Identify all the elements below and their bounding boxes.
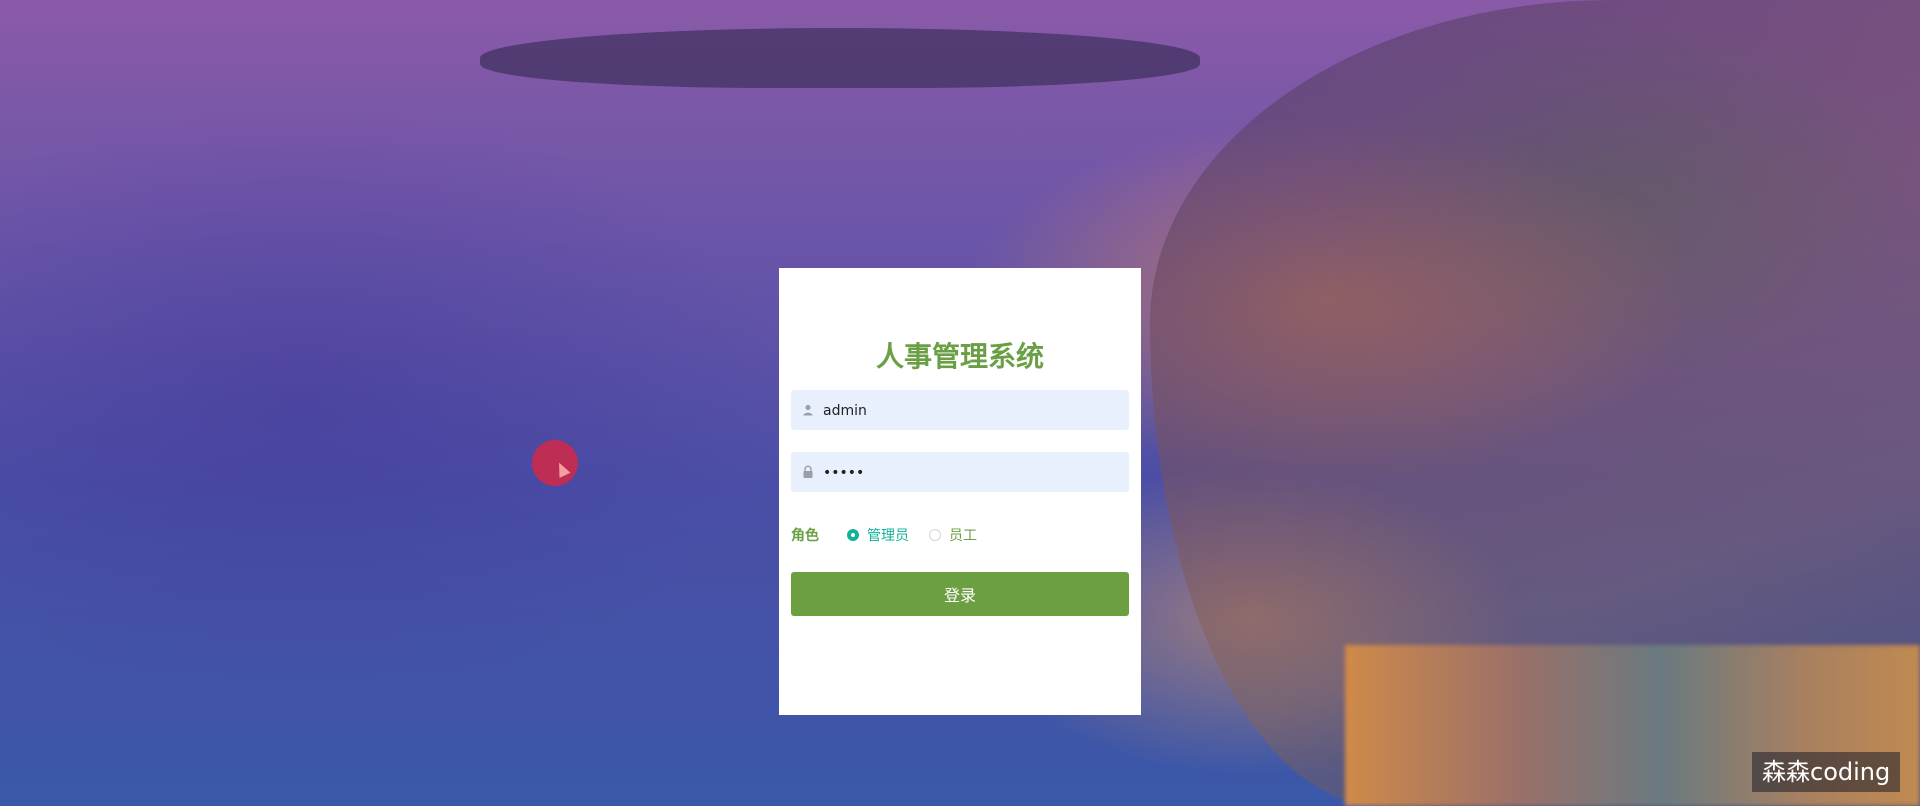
radio-checked-icon[interactable] xyxy=(847,529,859,541)
cursor-highlight xyxy=(532,440,578,486)
lock-icon xyxy=(803,465,813,478)
role-option-admin[interactable]: 管理员 xyxy=(847,525,909,545)
role-selector: 角色 管理员 员工 xyxy=(791,522,1129,546)
background-headland xyxy=(480,28,1200,88)
role-option-staff[interactable]: 员工 xyxy=(929,525,977,545)
username-field[interactable] xyxy=(791,390,1129,432)
user-icon xyxy=(803,404,813,416)
password-input[interactable] xyxy=(821,452,1125,494)
login-button[interactable]: 登录 xyxy=(791,572,1129,616)
radio-unchecked-icon[interactable] xyxy=(929,529,941,541)
page-title: 人事管理系统 xyxy=(875,340,1044,373)
role-option-staff-label: 员工 xyxy=(949,528,977,544)
role-label: 角色 xyxy=(791,528,819,544)
username-input[interactable] xyxy=(821,390,1125,432)
role-option-admin-label: 管理员 xyxy=(867,528,909,544)
watermark-label: 森森coding xyxy=(1752,752,1901,792)
login-card: 人事管理系统 角色 管理员 员工 登录 xyxy=(779,268,1141,715)
password-field[interactable] xyxy=(791,452,1129,494)
